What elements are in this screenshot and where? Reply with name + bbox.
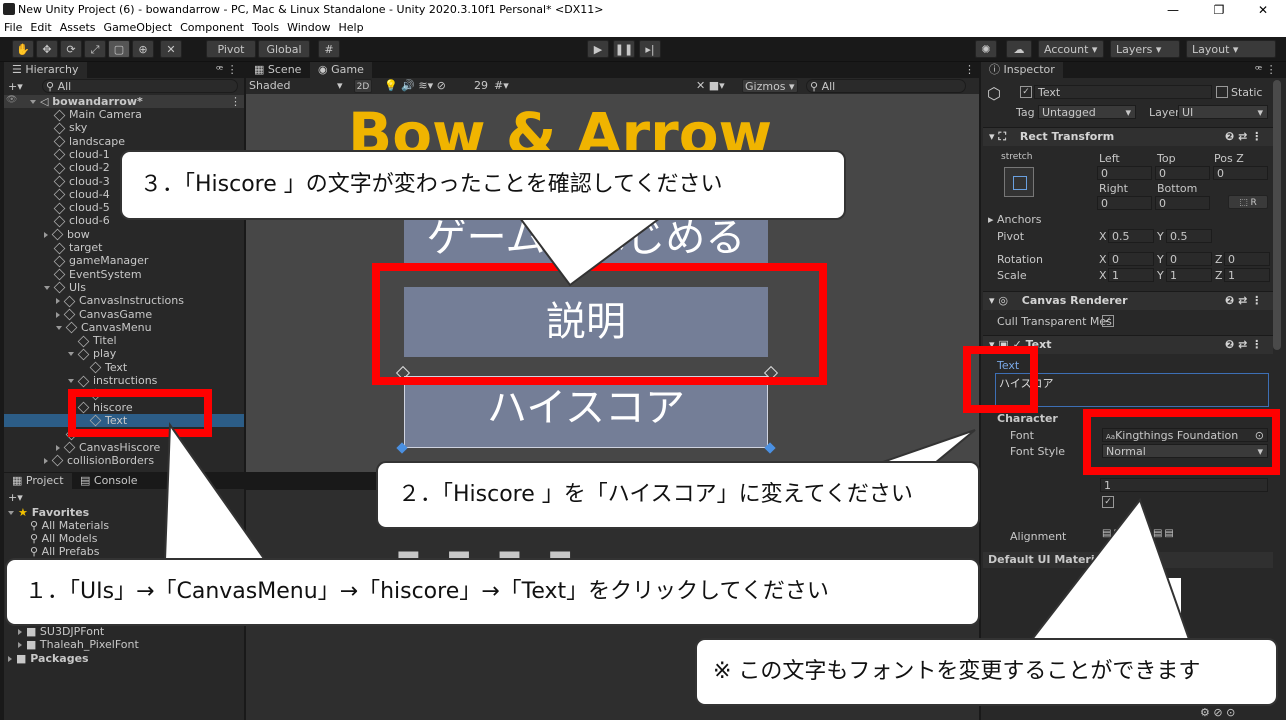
callout-1-tail: [163, 421, 267, 561]
callout-step-3: ３．「Hiscore 」の文字が変わったことを確認してください: [120, 150, 846, 220]
callout-step-1: １．「UIs」→「CanvasMenu」→「hiscore」→「Text」をクリ…: [5, 558, 980, 626]
callout-4-tail: [1027, 497, 1192, 643]
callout-2-tail: [879, 429, 976, 464]
callout-3-tail: [518, 217, 664, 287]
callout-step-2: ２．「Hiscore 」を「ハイスコア」に変えてください: [376, 461, 980, 529]
callout-note: ※ この文字もフォントを変更することができます: [695, 638, 1278, 706]
